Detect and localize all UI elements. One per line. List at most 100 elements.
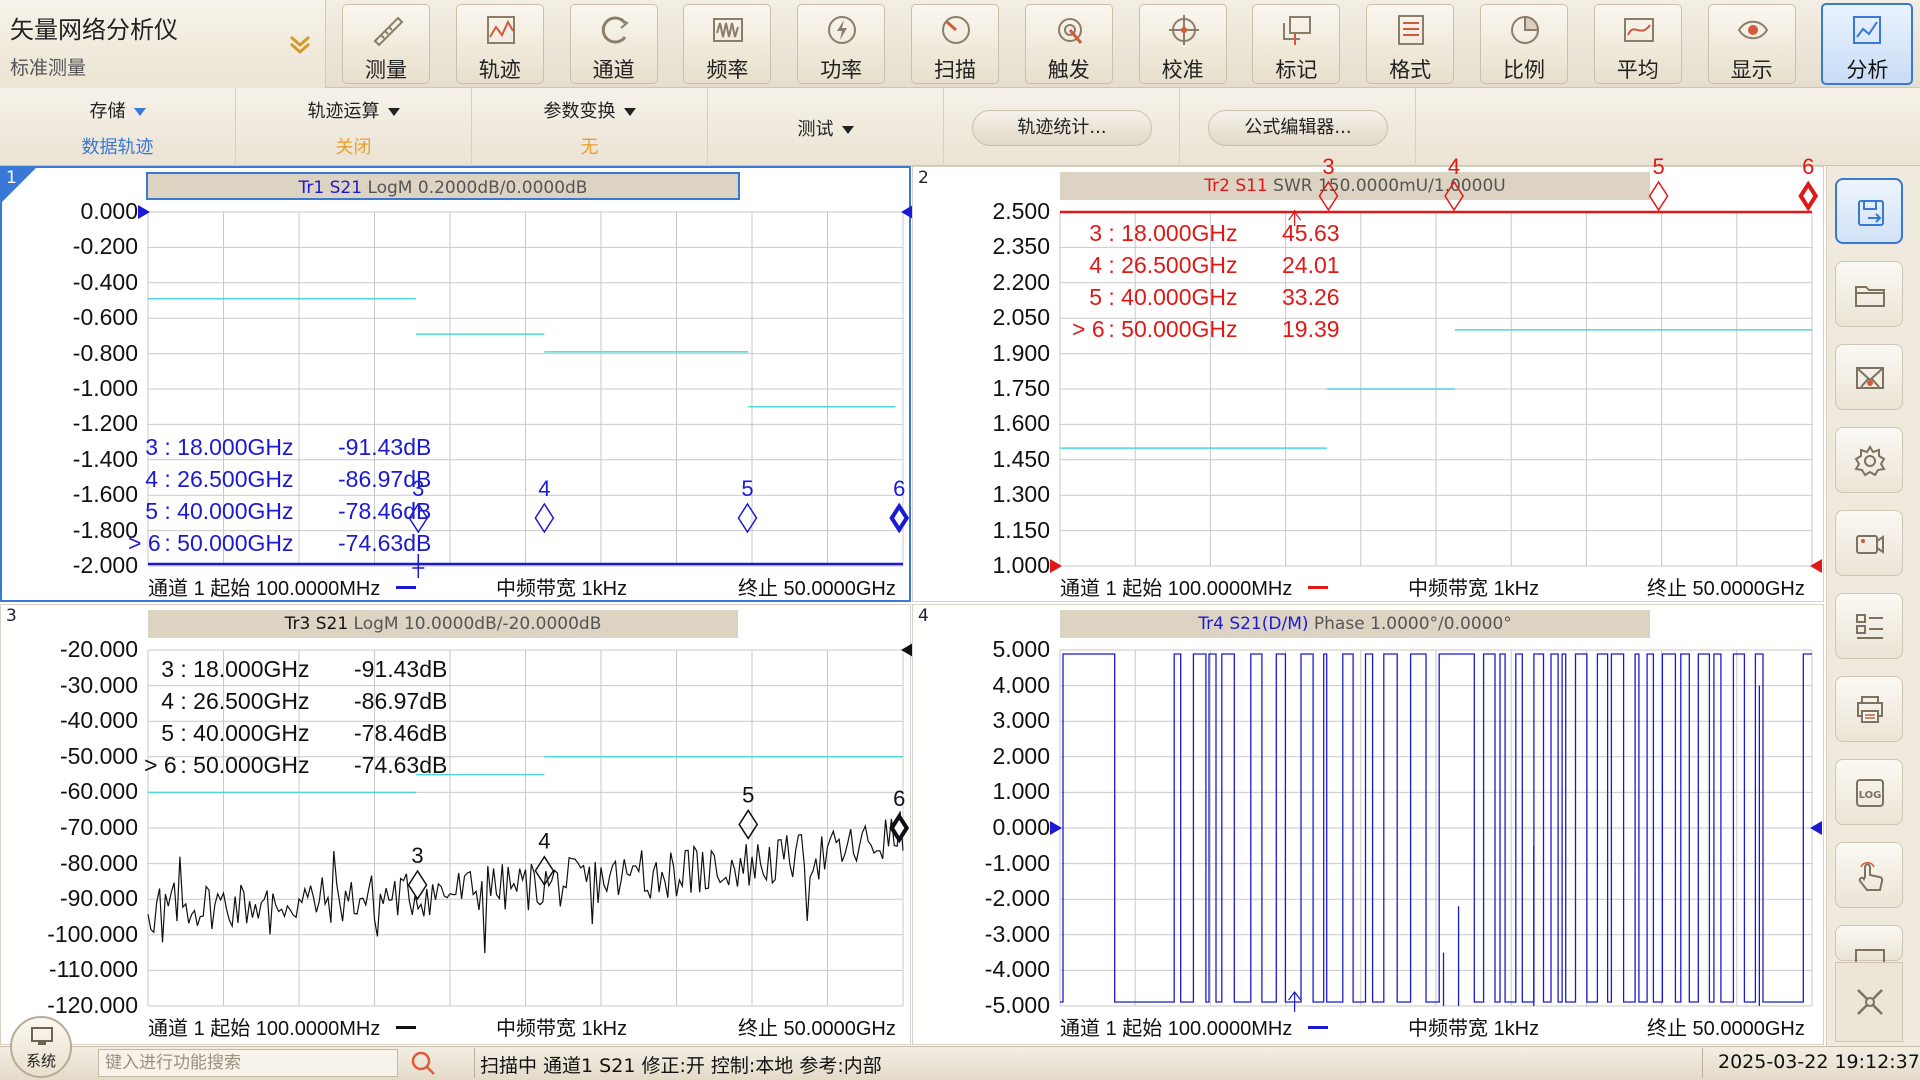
marker-id: 3 [1076, 220, 1102, 246]
marker-readout-row: 4 : 26.500GHz -86.97dB [128, 466, 431, 493]
toolbar-button-format[interactable]: 格式 [1366, 4, 1455, 84]
trace-format: Phase 1.0000°/0.0000° [1313, 614, 1512, 634]
y-tick-label: 0.000 [80, 198, 138, 224]
app-brand[interactable]: 矢量网络分析仪 标准测量 [0, 0, 326, 88]
toolbar-button-marker[interactable]: 标记 [1252, 4, 1341, 84]
y-tick-label: 2.350 [992, 233, 1050, 260]
store-dropdown[interactable]: 存储 数据轨迹 [0, 88, 236, 166]
search-icon[interactable] [408, 1048, 438, 1078]
param-conv-dropdown[interactable]: 参数变换 无 [472, 88, 708, 166]
test-dropdown[interactable]: 测试 [708, 88, 944, 166]
marker-readout-row: 3 : 18.000GHz -91.43dB [128, 434, 431, 461]
start-frequency[interactable]: 通道 1 起始 100.0000MHz [148, 572, 380, 601]
start-frequency[interactable]: 通道 1 起始 100.0000MHz [1060, 572, 1292, 601]
sidebar-expand-button[interactable] [1835, 962, 1903, 1042]
y-tick-label: 1.000 [992, 552, 1050, 578]
if-bandwidth[interactable]: 中频带宽 1kHz [1408, 1012, 1539, 1041]
trace-header[interactable]: Tr2 S11 SWR 150.0000mU/1.0000U [1060, 172, 1650, 200]
y-tick-label: -70.000 [59, 814, 138, 840]
marker-3[interactable]: 3 [407, 843, 428, 901]
toolbar-button-label: 扫描 [934, 58, 976, 82]
toolbar-button-analysis[interactable]: 分析 [1821, 3, 1914, 85]
stop-frequency[interactable]: 终止 50.0000GHz [738, 1012, 896, 1041]
trace-math-dropdown[interactable]: 轨迹运算 关闭 [236, 88, 472, 166]
toolbar-button-frequency[interactable]: 频率 [683, 4, 772, 84]
marker-frequency: : 26.500GHz [1102, 252, 1238, 278]
panel-number: 2 [918, 168, 929, 188]
trace-header[interactable]: Tr4 S21(D/M) Phase 1.0000°/0.0000° [1060, 610, 1650, 638]
sidebar-button-folder[interactable] [1835, 261, 1903, 327]
if-bandwidth[interactable]: 中频带宽 1kHz [496, 572, 627, 601]
sidebar-button-log[interactable]: LOG [1835, 759, 1903, 825]
toolbar-button-ruler[interactable]: 测量 [342, 4, 430, 84]
channel-icon [601, 16, 629, 44]
y-tick-label: 1.750 [992, 375, 1050, 401]
trace-header[interactable]: Tr3 S21 LogM 10.0000dB/-20.0000dB [148, 610, 738, 638]
marker-4[interactable]: 4 [534, 476, 555, 534]
toolbar-button-average[interactable]: 平均 [1593, 4, 1682, 84]
toolbar-button-label: 轨迹 [478, 58, 521, 82]
sidebar-button-save[interactable] [1835, 178, 1903, 244]
system-button[interactable]: 系统 [10, 1016, 72, 1078]
function-search-input[interactable]: 键入进行功能搜索 [98, 1049, 398, 1077]
chevron-down-icon[interactable] [284, 28, 316, 60]
trace-name: Tr3 S21 [284, 614, 354, 634]
toolbar-button-power[interactable]: 功率 [797, 4, 886, 84]
status-divider [474, 1048, 475, 1078]
param-conv-value: 无 [580, 137, 599, 158]
marker-frequency: : 40.000GHz [158, 498, 294, 524]
trace-header[interactable]: Tr1 S21 LogM 0.2000dB/0.0000dB [146, 172, 740, 200]
y-tick-label: -40.000 [59, 707, 138, 734]
sidebar-button-printer[interactable] [1835, 676, 1903, 742]
y-tick-label: -80.000 [59, 849, 138, 876]
stop-frequency[interactable]: 终止 50.0000GHz [1647, 1012, 1805, 1041]
stop-frequency[interactable]: 终止 50.0000GHz [738, 572, 896, 601]
toolbar-button-label: 功率 [820, 58, 863, 82]
frequency-icon [713, 18, 744, 42]
marker-id: > 6 [1072, 316, 1105, 342]
marker-readout-row: 5 : 40.000GHz -78.46dB [144, 720, 447, 747]
marker-value: -74.63dB [338, 530, 432, 556]
marker-id: 5 [1076, 284, 1102, 310]
sidebar-button-settings[interactable] [1835, 427, 1903, 493]
marker-5[interactable]: 5 [738, 782, 759, 840]
marker-4[interactable]: 4 [534, 829, 555, 887]
toolbar-button-label: 校准 [1161, 58, 1204, 82]
toolbar-button-display[interactable]: 显示 [1707, 4, 1796, 84]
marker-id: 5 [148, 720, 174, 746]
y-tick-label: -90.000 [59, 885, 138, 912]
marker-id: 4 [1076, 252, 1102, 278]
toolbar-button-trigger[interactable]: 触发 [1024, 4, 1113, 84]
svg-text:6: 6 [893, 476, 905, 501]
toolbar-button-sweep[interactable]: 扫描 [911, 4, 999, 84]
toolbar-button-calibration[interactable]: 校准 [1138, 4, 1227, 84]
format-icon [1398, 15, 1425, 45]
trace-format: LogM 10.0000dB/-20.0000dB [353, 614, 602, 634]
start-frequency[interactable]: 通道 1 起始 100.0000MHz [1060, 1012, 1292, 1041]
svg-text:5: 5 [741, 476, 753, 501]
y-tick-label: 2.200 [992, 268, 1050, 295]
test-label: 测试 [797, 119, 834, 140]
start-frequency[interactable]: 通道 1 起始 100.0000MHz [148, 1012, 380, 1041]
formula-editor-button[interactable]: 公式编辑器... [1208, 110, 1388, 146]
sidebar-button-camera[interactable] [1835, 510, 1903, 576]
power-icon [828, 16, 857, 44]
y-tick-label: -2.000 [984, 885, 1050, 912]
touch-icon [1858, 861, 1884, 891]
graticule[interactable] [1050, 649, 1822, 1012]
stop-frequency[interactable]: 终止 50.0000GHz [1647, 572, 1805, 601]
sidebar-button-list[interactable] [1835, 593, 1903, 659]
toolbar-button-label: 比例 [1503, 58, 1545, 82]
sidebar-button-touch[interactable] [1835, 842, 1903, 908]
if-bandwidth[interactable]: 中频带宽 1kHz [1408, 572, 1539, 601]
sidebar-button-mail[interactable] [1835, 344, 1903, 410]
marker-frequency: : 40.000GHz [174, 720, 310, 746]
sidebar-button-keyboard[interactable] [1835, 925, 1903, 969]
toolbar-button-channel[interactable]: 通道 [569, 4, 658, 84]
toolbar-button-trace[interactable]: 轨迹 [455, 4, 544, 84]
trace-stats-button[interactable]: 轨迹统计... [972, 110, 1152, 146]
marker-5[interactable]: 5 [737, 476, 758, 534]
if-bandwidth[interactable]: 中频带宽 1kHz [496, 1012, 627, 1041]
toolbar-button-scale[interactable]: 比例 [1480, 4, 1568, 84]
trace-icon [486, 16, 515, 44]
